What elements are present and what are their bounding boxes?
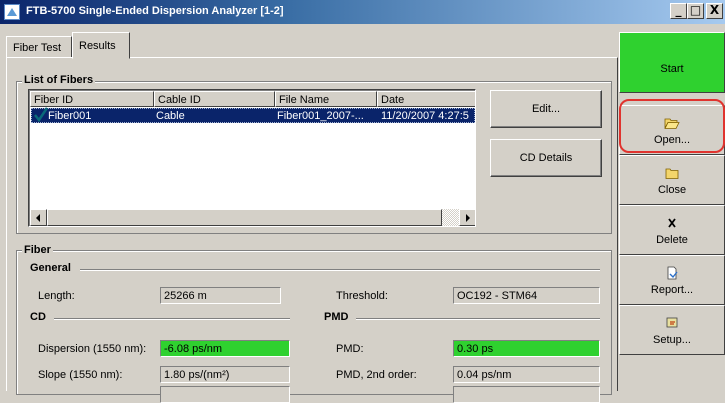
horizontal-scrollbar[interactable] [30, 209, 475, 226]
cell-cable-id: Cable [156, 110, 185, 122]
open-label: Open... [653, 134, 691, 146]
setup-label: Setup... [653, 334, 691, 346]
dispersion-label: Dispersion (1550 nm): [38, 343, 147, 355]
general-divider [80, 269, 600, 271]
title-bar: FTB-5700 Single-Ended Dispersion Analyze… [0, 0, 725, 24]
length-label: Length: [38, 290, 75, 302]
fiber-list[interactable]: Fiber ID Cable ID File Name Date Fiber00… [28, 89, 476, 227]
arrow-left-icon [36, 214, 40, 222]
general-section-label: General [30, 262, 75, 274]
tab-fiber-test[interactable]: Fiber Test [6, 36, 72, 58]
cd-details-button[interactable]: CD Details [490, 139, 602, 177]
slope-label: Slope (1550 nm): [38, 369, 123, 381]
delete-button[interactable]: Delete [619, 205, 725, 255]
threshold-label: Threshold: [336, 290, 388, 302]
pmd-divider [356, 318, 600, 320]
threshold-value: OC192 - STM64 [453, 287, 600, 304]
cd-section-label: CD [30, 311, 50, 323]
report-label: Report... [650, 284, 694, 296]
start-button[interactable]: Start [619, 32, 725, 93]
setup-button[interactable]: Setup... [619, 305, 725, 355]
cd-extra-value [160, 386, 290, 403]
open-button[interactable]: Open... [619, 105, 725, 155]
scroll-right-button[interactable] [459, 209, 475, 226]
arrow-right-icon [466, 214, 470, 222]
column-date[interactable]: Date [377, 91, 475, 107]
edit-button[interactable]: Edit... [490, 90, 602, 128]
dispersion-value: -6.08 ps/nm [160, 340, 290, 357]
length-value: 25266 m [160, 287, 281, 304]
delete-x-icon [664, 216, 680, 230]
tab-results[interactable]: Results [72, 32, 130, 59]
cell-file-name: Fiber001_2007-... [277, 110, 364, 122]
checkmark-icon [34, 107, 48, 123]
app-icon [4, 4, 20, 20]
folder-open-icon [664, 116, 680, 130]
table-row[interactable]: Fiber001 Cable Fiber001_2007-... 11/20/2… [31, 107, 475, 123]
delete-label: Delete [656, 234, 688, 246]
column-file-name[interactable]: File Name [275, 91, 377, 107]
window-controls: _ □ X [670, 3, 723, 19]
close-window-button[interactable]: X [706, 3, 723, 19]
cd-divider [54, 318, 290, 320]
maximize-button[interactable]: □ [687, 3, 704, 19]
scroll-thumb[interactable] [47, 209, 442, 226]
list-of-fibers-label: List of Fibers [22, 74, 96, 86]
cell-fiber-id: Fiber001 [48, 110, 92, 122]
fiber-group-label: Fiber [22, 244, 53, 256]
pmd-2nd-order-label: PMD, 2nd order: [336, 369, 417, 381]
action-sidebar: Start Open... Close Delete Report... Set… [619, 32, 725, 391]
report-button[interactable]: Report... [619, 255, 725, 305]
pmd-section-label: PMD [324, 311, 353, 323]
column-fiber-id[interactable]: Fiber ID [30, 91, 154, 107]
pmd-value: 0.30 ps [453, 340, 600, 357]
cell-date: 11/20/2007 4:27:5 [381, 110, 469, 122]
scroll-left-button[interactable] [30, 209, 47, 226]
fiber-list-header: Fiber ID Cable ID File Name Date [30, 91, 475, 107]
pmd-extra-value [453, 386, 600, 403]
close-label: Close [657, 184, 687, 196]
column-cable-id[interactable]: Cable ID [154, 91, 275, 107]
setup-icon [664, 316, 680, 330]
window-title: FTB-5700 Single-Ended Dispersion Analyze… [26, 5, 284, 17]
folder-icon [664, 166, 680, 180]
pmd-2nd-order-value: 0.04 ps/nm [453, 366, 600, 383]
slope-value: 1.80 ps/(nm²) [160, 366, 290, 383]
pmd-label: PMD: [336, 343, 364, 355]
minimize-button[interactable]: _ [670, 3, 687, 19]
close-button[interactable]: Close [619, 155, 725, 205]
report-icon [664, 266, 680, 280]
